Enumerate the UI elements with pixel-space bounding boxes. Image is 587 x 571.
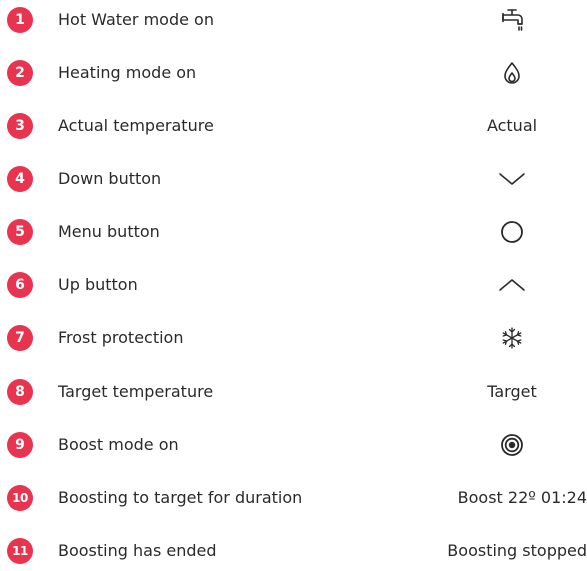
snowflake-icon bbox=[422, 318, 587, 358]
target-text: Target bbox=[487, 382, 537, 401]
list-item: 10 Boosting to target for duration Boost… bbox=[0, 478, 587, 518]
item-label: Boosting to target for duration bbox=[58, 488, 303, 507]
list-item: 11 Boosting has ended Boosting stopped bbox=[0, 531, 587, 571]
item-label: Boosting has ended bbox=[58, 541, 217, 560]
item-label: Heating mode on bbox=[58, 63, 197, 82]
number-badge: 5 bbox=[7, 219, 33, 245]
item-label: Target temperature bbox=[58, 382, 214, 401]
number-badge: 8 bbox=[7, 379, 33, 405]
list-item: 2 Heating mode on bbox=[0, 53, 587, 93]
boost-target-icon bbox=[422, 425, 587, 465]
boost-status-text: Boost 22º 01:24 bbox=[457, 488, 587, 507]
tap-icon bbox=[422, 0, 587, 40]
item-label: Down button bbox=[58, 169, 162, 188]
item-label: Menu button bbox=[58, 222, 160, 241]
list-item: 5 Menu button bbox=[0, 212, 587, 252]
number-badge: 7 bbox=[7, 325, 33, 351]
chevron-up-icon bbox=[422, 265, 587, 305]
item-label: Actual temperature bbox=[58, 116, 214, 135]
item-label: Frost protection bbox=[58, 328, 184, 347]
number-badge: 9 bbox=[7, 432, 33, 458]
item-label: Boost mode on bbox=[58, 435, 179, 454]
number-badge: 3 bbox=[7, 113, 33, 139]
list-item: 8 Target temperature Target bbox=[0, 372, 587, 412]
boost-ended-text: Boosting stopped bbox=[447, 541, 587, 560]
list-item: 7 Frost protection bbox=[0, 318, 587, 358]
list-item: 6 Up button bbox=[0, 265, 587, 305]
list-item: 4 Down button bbox=[0, 159, 587, 199]
number-badge: 4 bbox=[7, 166, 33, 192]
legend-list: 1 Hot Water mode on 2 Heating mode on 3 … bbox=[0, 0, 587, 564]
actual-text: Actual bbox=[486, 116, 538, 135]
list-item: 1 Hot Water mode on bbox=[0, 0, 587, 40]
number-badge: 6 bbox=[7, 272, 33, 298]
item-label: Hot Water mode on bbox=[58, 10, 214, 29]
list-item: 3 Actual temperature Actual bbox=[0, 106, 587, 146]
flame-icon bbox=[422, 53, 587, 93]
circle-icon bbox=[422, 212, 587, 252]
number-badge: 1 bbox=[7, 7, 33, 33]
number-badge: 10 bbox=[7, 485, 33, 511]
number-badge: 2 bbox=[7, 60, 33, 86]
chevron-down-icon bbox=[422, 159, 587, 199]
item-label: Up button bbox=[58, 275, 138, 294]
list-item: 9 Boost mode on bbox=[0, 425, 587, 465]
number-badge: 11 bbox=[7, 538, 33, 564]
